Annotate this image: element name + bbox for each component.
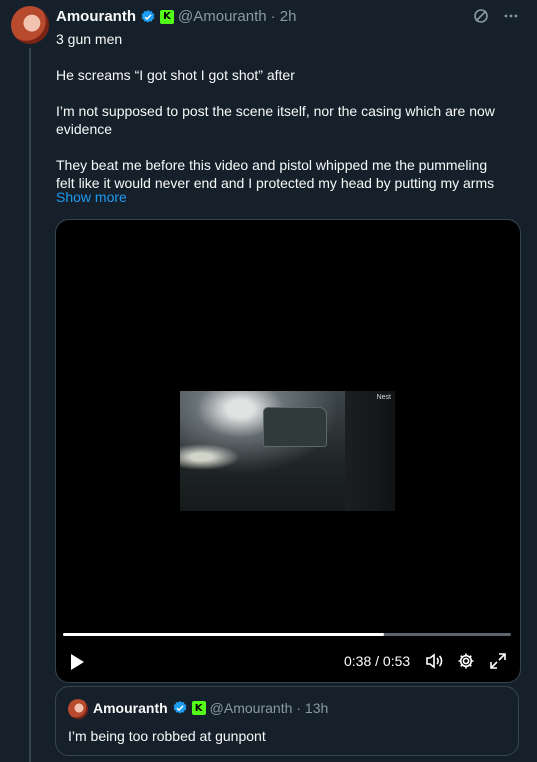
video-time: 0:38 / 0:53 bbox=[344, 653, 411, 669]
tweet-actions bbox=[473, 8, 519, 29]
thread-line bbox=[29, 48, 31, 762]
video-progress-fill bbox=[63, 633, 385, 636]
tweet-text: 3 gun men He screams “I got shot I got s… bbox=[56, 30, 506, 210]
video-player[interactable]: Nest 0:38 / 0:53 bbox=[55, 219, 521, 683]
quoted-tweet-time: · 13h bbox=[296, 700, 329, 716]
grok-icon[interactable] bbox=[473, 8, 489, 29]
tweet-paragraph: He screams “I got shot I got shot” after bbox=[56, 67, 295, 83]
tweet-header: Amouranth K @Amouranth · 2h bbox=[56, 8, 296, 25]
video-frame[interactable]: Nest bbox=[180, 391, 395, 511]
author-handle[interactable]: @Amouranth bbox=[178, 8, 267, 25]
settings-icon[interactable] bbox=[457, 652, 475, 675]
tweet-paragraph: They beat me before this video and pisto… bbox=[56, 157, 495, 191]
tweet-paragraph: I’m not supposed to post the scene itsel… bbox=[56, 103, 495, 137]
author-avatar[interactable] bbox=[11, 6, 49, 44]
verified-badge-icon bbox=[141, 9, 155, 23]
video-progress-bar[interactable] bbox=[63, 633, 511, 636]
play-icon[interactable] bbox=[69, 653, 85, 676]
kick-badge-icon: K bbox=[191, 701, 206, 715]
tweet-paragraph: 3 gun men bbox=[56, 31, 123, 47]
quoted-tweet[interactable]: Amouranth K @Amouranth · 13h I’m being t… bbox=[55, 686, 519, 756]
quoted-tweet-text: I’m being too robbed at gunpont bbox=[68, 728, 266, 744]
car-in-frame bbox=[263, 407, 327, 447]
tweet-time[interactable]: · 2h bbox=[271, 8, 297, 25]
quoted-author-avatar bbox=[68, 699, 88, 719]
author-name[interactable]: Amouranth bbox=[56, 8, 136, 25]
show-more-link[interactable]: Show more bbox=[56, 189, 127, 205]
quoted-author-handle: @Amouranth bbox=[209, 700, 293, 716]
verified-badge-icon bbox=[173, 701, 187, 714]
fullscreen-icon[interactable] bbox=[489, 652, 507, 675]
quoted-author-name: Amouranth bbox=[93, 700, 168, 716]
more-options-icon[interactable] bbox=[503, 8, 519, 29]
wall-in-frame bbox=[345, 391, 395, 511]
nest-watermark: Nest bbox=[376, 394, 391, 401]
video-controls: 0:38 / 0:53 bbox=[56, 645, 520, 677]
volume-icon[interactable] bbox=[425, 652, 443, 675]
quoted-tweet-header: Amouranth K @Amouranth · 13h bbox=[93, 700, 328, 716]
kick-badge-icon: K bbox=[160, 9, 174, 24]
